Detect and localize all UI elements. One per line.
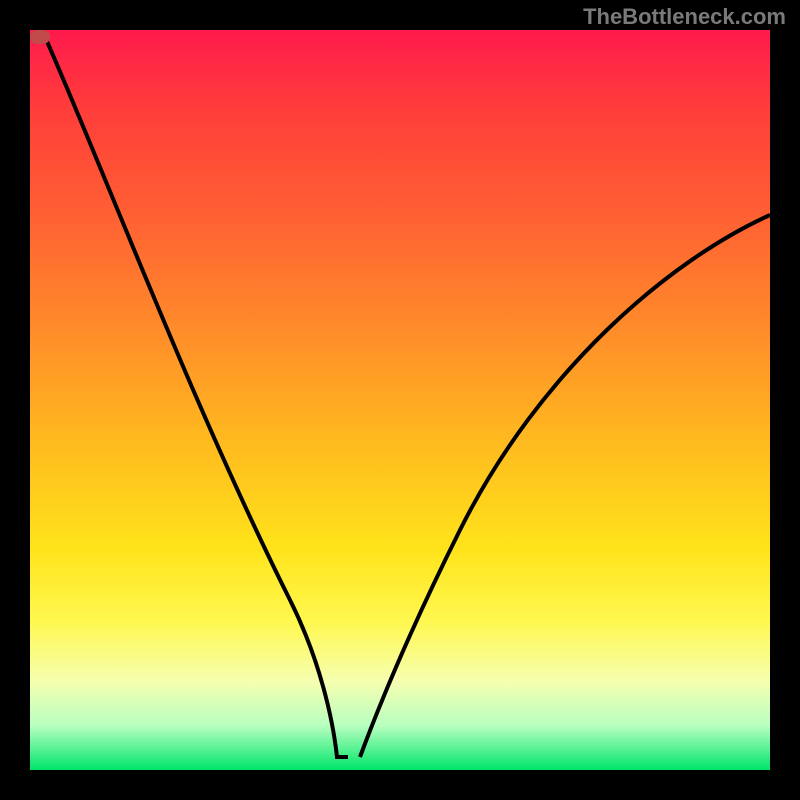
curve-left-branch <box>42 30 348 757</box>
watermark-text: TheBottleneck.com <box>583 4 786 30</box>
chart-frame: TheBottleneck.com <box>0 0 800 800</box>
curve-right-branch <box>360 215 770 757</box>
plot-area <box>30 30 770 770</box>
minimum-marker <box>30 30 50 44</box>
curve-svg <box>30 30 770 770</box>
